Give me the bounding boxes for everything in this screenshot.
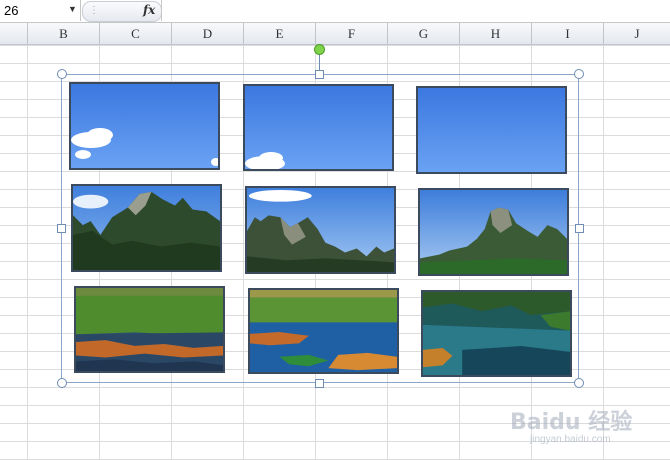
name-box[interactable]: 26 ▼	[0, 0, 81, 21]
watermark-url: jingyan.baidu.com	[530, 434, 611, 445]
column-header[interactable]: E	[244, 23, 316, 44]
rotate-handle-icon[interactable]	[314, 44, 325, 55]
formula-tools: ⋮ fx	[82, 1, 162, 22]
resize-handle-top-right[interactable]	[574, 69, 584, 79]
row-header-corner[interactable]	[0, 23, 28, 44]
column-header[interactable]: B	[28, 23, 100, 44]
name-box-value: 26	[4, 3, 19, 18]
column-header-row: B C D E F G H I J	[0, 23, 670, 45]
insert-function-icon[interactable]: fx	[143, 3, 155, 17]
watermark: Baidu 经验 jingyan.baidu.com	[510, 390, 660, 450]
resize-handle-bottom-left[interactable]	[57, 378, 67, 388]
formula-bar: 26 ▼ ⋮ fx	[0, 0, 670, 23]
resize-handle-right[interactable]	[575, 224, 584, 233]
resize-handle-bottom-right[interactable]	[574, 378, 584, 388]
resize-handle-top[interactable]	[315, 70, 324, 79]
dropdown-arrow-icon[interactable]: ▼	[68, 4, 77, 14]
resize-handle-bottom[interactable]	[315, 379, 324, 388]
grid-line	[27, 45, 28, 460]
column-header[interactable]: C	[100, 23, 172, 44]
resize-handle-top-left[interactable]	[57, 69, 67, 79]
column-header[interactable]: F	[316, 23, 388, 44]
resize-handle-left[interactable]	[57, 224, 66, 233]
formula-input[interactable]	[161, 0, 670, 21]
column-header[interactable]: G	[388, 23, 460, 44]
column-header[interactable]: I	[532, 23, 604, 44]
column-header[interactable]: H	[460, 23, 532, 44]
column-header[interactable]: D	[172, 23, 244, 44]
watermark-brand: Baidu 经验	[510, 410, 633, 435]
grip-icon: ⋮	[89, 5, 99, 16]
selection-frame	[61, 74, 579, 383]
column-header[interactable]: J	[604, 23, 670, 44]
